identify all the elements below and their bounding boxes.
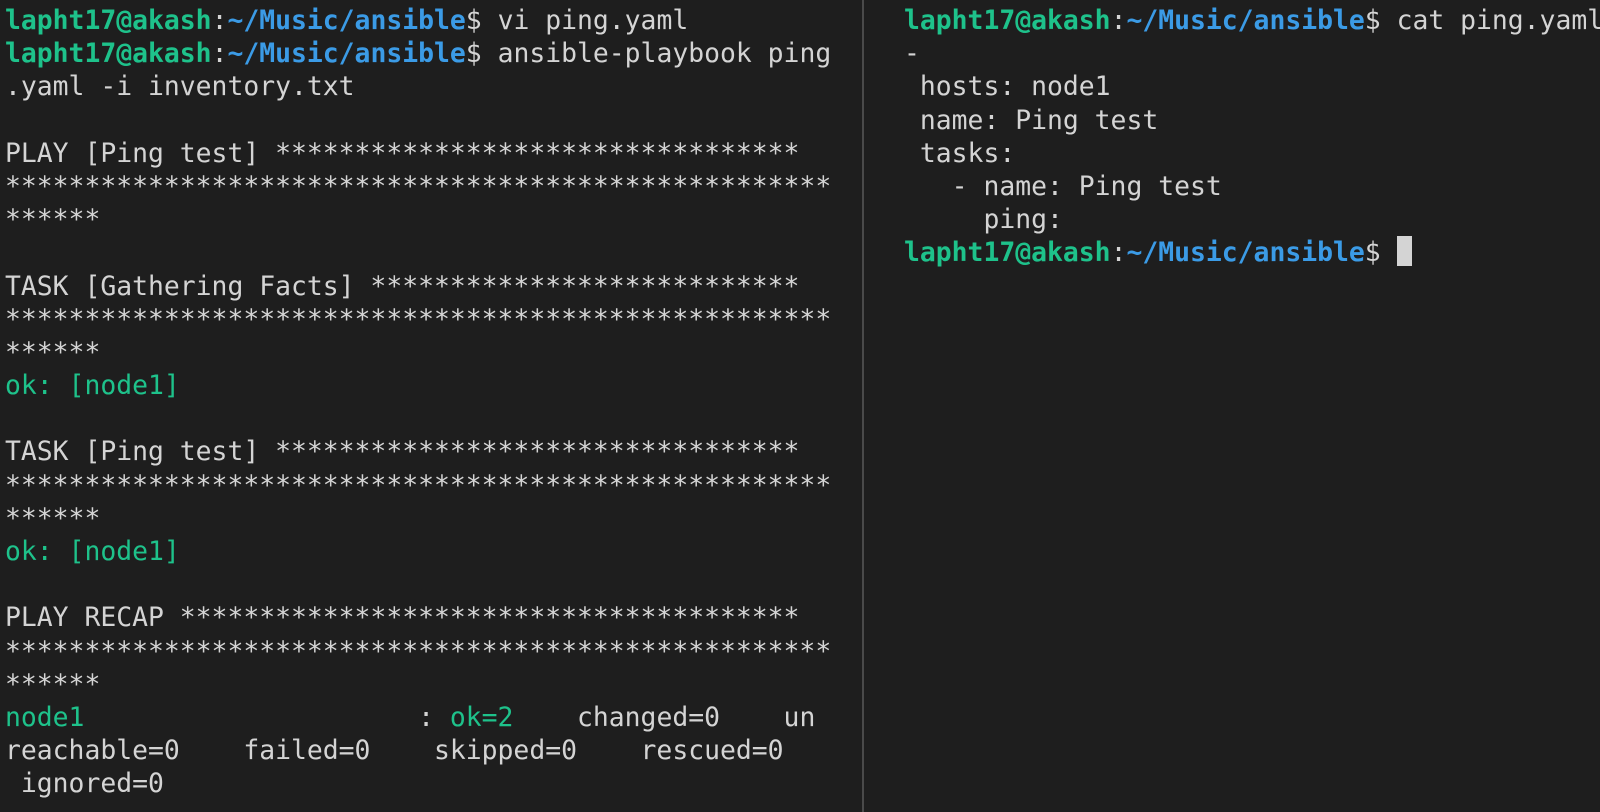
prompt-user-host: lapht17@akash [904, 237, 1111, 269]
task-header-line: TASK [Gathering Facts] *****************… [5, 270, 800, 302]
yaml-line: tasks: [904, 137, 1016, 169]
yaml-line: ping: [904, 204, 1063, 236]
command-text: vi ping.yaml [497, 5, 689, 36]
prompt-path: ~/Music/ansible [1126, 237, 1365, 269]
prompt-sep: : [211, 5, 228, 36]
prompt-user-host: lapht17@akash [5, 38, 212, 70]
yaml-line: - name: Ping test [904, 170, 1222, 202]
recap-host: node1 [5, 701, 85, 733]
prompt-symbol: $ [465, 38, 498, 70]
recap-line-3: ignored=0 [5, 768, 164, 800]
prompt-path: ~/Music/ansible [1126, 5, 1365, 36]
prompt-user-host: lapht17@akash [904, 5, 1111, 36]
stars-line: ****************************************… [5, 170, 832, 202]
prompt-symbol: $ [1364, 237, 1397, 269]
recap-pad: : [84, 701, 450, 733]
stars-line: ****************************************… [5, 303, 832, 335]
prompt-line: lapht17@akash:~/Music/ansible$ vi ping.y… [5, 4, 831, 37]
prompt-sep: : [1110, 237, 1127, 269]
prompt-symbol: $ [465, 5, 498, 36]
task-ok-line: ok: [node1] [5, 536, 180, 567]
recap-changed: changed=0 un [513, 701, 816, 733]
stars-tail-line: ****** [5, 204, 101, 236]
prompt-sep: : [211, 38, 228, 70]
right-terminal-pane[interactable]: lapht17@akash:~/Music/ansible$ cat ping.… [864, 0, 1600, 812]
stars-tail-line: ****** [5, 336, 101, 368]
prompt-sep: : [1110, 5, 1127, 36]
task-header-line: TASK [Ping test] ***********************… [5, 436, 800, 468]
prompt-path: ~/Music/ansible [227, 38, 466, 70]
recap-ok-count: ok=2 [449, 701, 514, 733]
prompt-user-host: lapht17@akash [5, 5, 212, 36]
yaml-line: name: Ping test [904, 104, 1159, 136]
active-prompt-line: lapht17@akash:~/Music/ansible$ [904, 236, 1600, 269]
yaml-line: hosts: node1 [904, 71, 1111, 103]
recap-line-2: reachable=0 failed=0 skipped=0 rescued=0 [5, 735, 784, 767]
prompt-line: lapht17@akash:~/Music/ansible$ ansible-p… [5, 37, 831, 70]
task-ok-line: ok: [node1] [5, 370, 180, 402]
output-line: .yaml -i inventory.txt [5, 71, 355, 103]
command-text: ansible-playbook ping [497, 38, 832, 70]
prompt-line: lapht17@akash:~/Music/ansible$ cat ping.… [904, 4, 1600, 37]
right-terminal-output: lapht17@akash:~/Music/ansible$ cat ping.… [904, 4, 1600, 270]
stars-tail-line: ****** [5, 502, 101, 534]
prompt-symbol: $ [1364, 5, 1397, 36]
recap-header-line: PLAY RECAP *****************************… [5, 602, 800, 634]
command-text: cat ping.yaml [1396, 5, 1600, 36]
yaml-line: - [904, 38, 920, 70]
left-terminal-output: lapht17@akash:~/Music/ansible$ vi ping.y… [5, 4, 831, 801]
stars-tail-line: ****** [5, 668, 101, 700]
left-terminal-pane[interactable]: lapht17@akash:~/Music/ansible$ vi ping.y… [0, 0, 862, 812]
stars-line: ****************************************… [5, 469, 832, 501]
terminal-cursor[interactable] [1396, 236, 1412, 267]
play-header-line: PLAY [Ping test] ***********************… [5, 137, 800, 169]
prompt-path: ~/Music/ansible [227, 5, 466, 36]
recap-host-line: node1 : ok=2 changed=0 un [5, 701, 831, 734]
stars-line: ****************************************… [5, 635, 832, 667]
